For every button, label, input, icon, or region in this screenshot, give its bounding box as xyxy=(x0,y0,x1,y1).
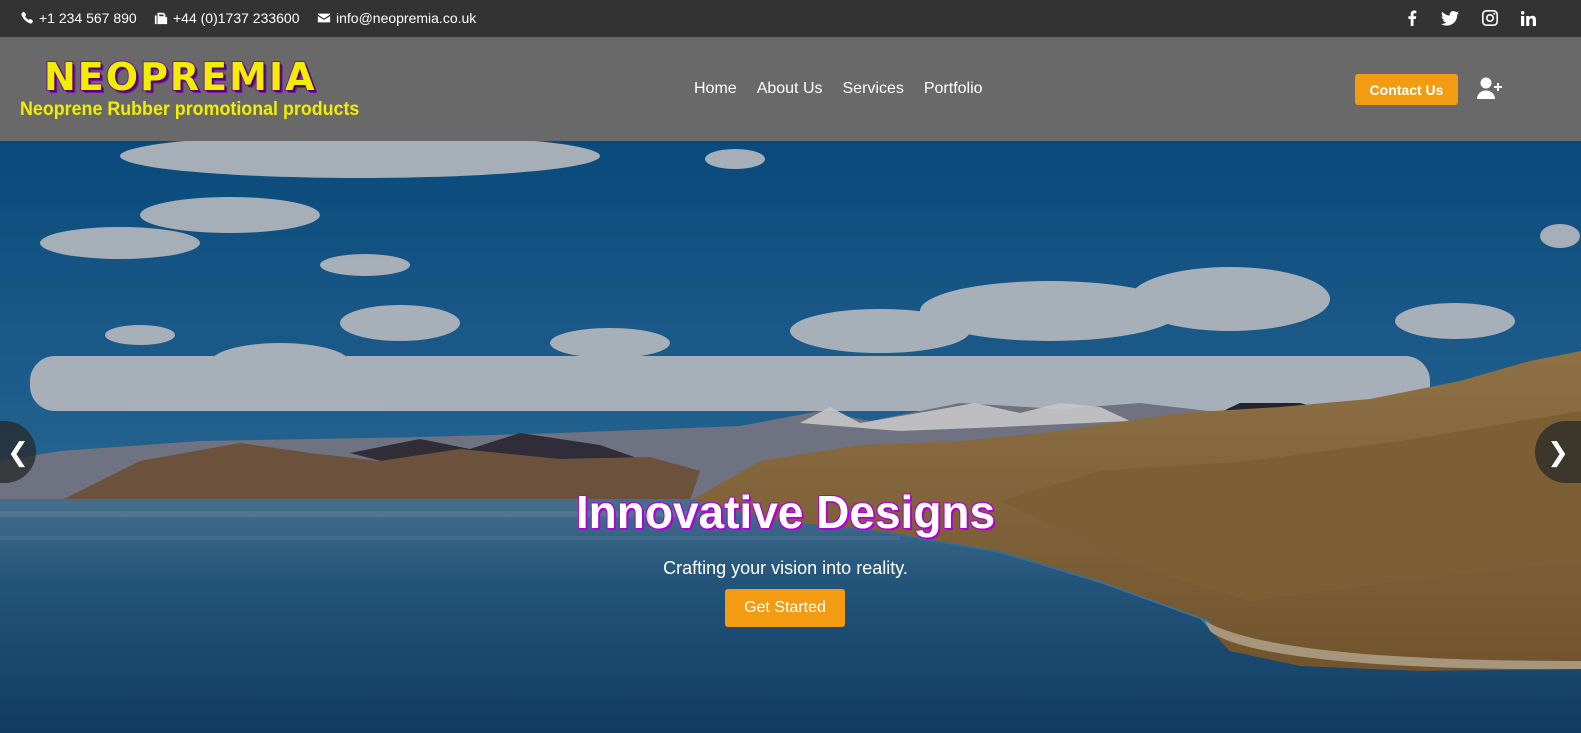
twitter-link[interactable] xyxy=(1440,8,1460,28)
main-nav: Home About Us Services Portfolio xyxy=(694,80,983,98)
nav-portfolio[interactable]: Portfolio xyxy=(924,80,983,98)
instagram-link[interactable] xyxy=(1480,8,1500,28)
phone-contact[interactable]: +1 234 567 890 xyxy=(20,10,137,26)
facebook-link[interactable] xyxy=(1402,8,1422,28)
linkedin-link[interactable] xyxy=(1518,8,1538,28)
hero-title: Innovative Designs xyxy=(575,486,996,538)
site-header: NEOPREMIA Neoprene Rubber promotional pr… xyxy=(0,37,1581,141)
linkedin-icon xyxy=(1520,10,1536,26)
chevron-right-icon: ❯ xyxy=(1547,436,1569,467)
nav-about-us[interactable]: About Us xyxy=(757,80,823,98)
user-plus-icon xyxy=(1477,77,1502,99)
user-plus-button[interactable] xyxy=(1477,77,1505,101)
hero-slider: ❮ ❯ Innovative Designs Crafting your vis… xyxy=(0,141,1581,733)
logo-text: NEOPREMIA xyxy=(43,54,317,100)
twitter-icon xyxy=(1441,10,1459,26)
contact-us-button[interactable]: Contact Us xyxy=(1355,74,1458,105)
instagram-icon xyxy=(1482,10,1498,26)
phone-icon xyxy=(21,11,34,24)
email-address: info@neopremia.co.uk xyxy=(336,10,477,26)
fax-number: +44 (0)1737 233600 xyxy=(173,10,300,26)
envelope-icon xyxy=(317,13,331,23)
get-started-button[interactable]: Get Started xyxy=(725,589,845,627)
facebook-icon xyxy=(1408,10,1417,26)
email-contact[interactable]: info@neopremia.co.uk xyxy=(317,10,476,26)
hero-overlay xyxy=(0,141,1581,733)
fax-contact[interactable]: +44 (0)1737 233600 xyxy=(154,10,300,26)
top-bar: +1 234 567 890 +44 (0)1737 233600 info@n… xyxy=(0,0,1581,37)
logo[interactable]: NEOPREMIA Neoprene Rubber promotional pr… xyxy=(20,53,359,125)
nav-home[interactable]: Home xyxy=(694,80,737,98)
phone-number: +1 234 567 890 xyxy=(39,10,137,26)
nav-services[interactable]: Services xyxy=(843,80,904,98)
logo-tagline: Neoprene Rubber promotional products xyxy=(20,99,360,120)
hero-subtitle: Crafting your vision into reality. xyxy=(663,558,908,578)
fax-icon xyxy=(154,12,168,25)
chevron-left-icon: ❮ xyxy=(7,436,29,467)
